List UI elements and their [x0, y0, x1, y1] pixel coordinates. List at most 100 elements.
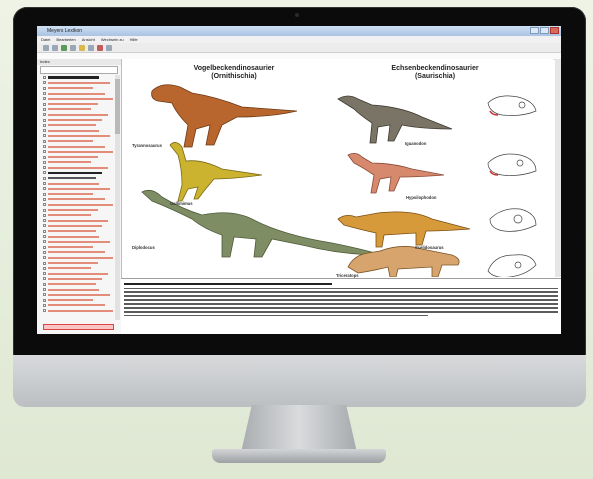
tree-expander-icon[interactable]: [43, 76, 46, 80]
forward-icon[interactable]: [52, 44, 58, 51]
tree-expander-icon[interactable]: [43, 102, 46, 106]
tree-expander-icon[interactable]: [43, 118, 46, 122]
settings-icon[interactable]: [106, 44, 112, 51]
tree-expander-icon[interactable]: [43, 145, 46, 148]
sidebar-search-input[interactable]: [40, 66, 118, 74]
tree-expander-icon[interactable]: [43, 293, 46, 297]
plate-scrollbar[interactable]: [555, 59, 561, 277]
tree-expander-icon[interactable]: [43, 139, 46, 143]
sidebar-selected-item[interactable]: [43, 324, 114, 330]
tree-expander-icon[interactable]: [43, 92, 46, 96]
sidebar-item-label: [48, 224, 102, 227]
tree-expander-icon[interactable]: [43, 250, 46, 254]
tree-expander-icon[interactable]: [43, 224, 46, 228]
text-line: [124, 310, 558, 313]
tree-expander-icon[interactable]: [43, 272, 46, 276]
tree-expander-icon[interactable]: [43, 134, 46, 138]
bookmark-icon[interactable]: [79, 44, 85, 51]
tree-expander-icon[interactable]: [43, 245, 46, 249]
sidebar-item-label: [48, 166, 108, 169]
tree-expander-icon[interactable]: [43, 176, 46, 180]
search-icon[interactable]: [97, 44, 103, 51]
tree-expander-icon[interactable]: [43, 309, 46, 313]
sidebar-item-label: [48, 219, 108, 222]
sidebar-item-label: [48, 288, 100, 291]
tree-expander-icon[interactable]: [43, 203, 46, 207]
tree-expander-icon[interactable]: [43, 86, 46, 90]
tree-expander-icon[interactable]: [43, 187, 46, 191]
tree-expander-icon[interactable]: [43, 182, 46, 186]
screen: Meyers Lexikon Datei Bearbeiten Ansicht …: [37, 26, 561, 334]
tree-expander-icon[interactable]: [43, 192, 46, 196]
tree-expander-icon[interactable]: [43, 81, 46, 85]
text-line: [124, 307, 558, 309]
sidebar-item-label: [48, 309, 114, 312]
menu-view[interactable]: Ansicht: [82, 36, 95, 43]
sidebar-list: [43, 75, 114, 320]
tree-expander-icon[interactable]: [43, 256, 46, 260]
menu-edit[interactable]: Bearbeiten: [56, 36, 75, 43]
tree-expander-icon[interactable]: [43, 208, 46, 212]
tree-expander-icon[interactable]: [43, 288, 46, 292]
copy-icon[interactable]: [88, 44, 94, 51]
tree-expander-icon[interactable]: [43, 97, 46, 101]
print-icon[interactable]: [70, 44, 76, 51]
text-line: [124, 291, 558, 294]
label-tyrannosaurus: Tyrannosaurus: [132, 143, 162, 148]
sidebar-item-label: [48, 214, 91, 217]
maximize-button[interactable]: [540, 27, 549, 34]
tree-expander-icon[interactable]: [43, 107, 46, 111]
tree-expander-icon[interactable]: [43, 155, 46, 159]
tree-expander-icon[interactable]: [43, 113, 46, 117]
tree-expander-icon[interactable]: [43, 282, 46, 286]
label-scelidosaurus: Scelidosaurus: [415, 245, 444, 250]
tree-expander-icon[interactable]: [43, 171, 46, 175]
tree-expander-icon[interactable]: [43, 129, 46, 133]
menu-goto[interactable]: Wechseln zu: [101, 36, 124, 43]
monitor-chin: [13, 355, 586, 407]
menu-file[interactable]: Datei: [41, 36, 50, 43]
window-title: Meyers Lexikon: [47, 28, 83, 34]
scelidosaurus-illustration: [337, 211, 471, 248]
sidebar-item-label: [48, 140, 94, 143]
close-button[interactable]: [550, 27, 559, 34]
text-line: [124, 299, 558, 301]
tree-expander-icon[interactable]: [43, 213, 46, 217]
sidebar-item-label: [48, 161, 91, 164]
minimize-button[interactable]: [530, 27, 539, 34]
label-gallimimus: Gallimimus: [170, 201, 193, 206]
tyrannosaurus-illustration: [151, 84, 298, 148]
tree-expander-icon[interactable]: [43, 277, 46, 281]
tree-expander-icon[interactable]: [43, 166, 46, 170]
tree-expander-icon[interactable]: [43, 261, 46, 265]
sidebar-item-label: [48, 304, 105, 307]
sidebar-item-label: [48, 97, 114, 100]
tree-expander-icon[interactable]: [43, 160, 46, 164]
menu-help[interactable]: Hilfe: [130, 36, 138, 43]
tree-expander-icon[interactable]: [43, 219, 46, 223]
sidebar-item-label: [48, 256, 114, 259]
tree-expander-icon[interactable]: [43, 303, 46, 307]
tree-expander-icon[interactable]: [43, 123, 46, 127]
back-icon[interactable]: [43, 44, 49, 51]
label-hypsilophodon: Hypsilophodon: [406, 195, 437, 200]
sidebar-item-label: [48, 124, 97, 127]
tree-expander-icon[interactable]: [43, 229, 46, 233]
tree-expander-icon[interactable]: [43, 298, 46, 302]
tree-expander-icon[interactable]: [43, 197, 46, 201]
tree-expander-icon[interactable]: [43, 240, 46, 244]
sidebar-item[interactable]: [43, 308, 114, 313]
sidebar-item-label: [48, 150, 114, 153]
tree-expander-icon[interactable]: [43, 150, 46, 154]
dinosaur-illustrations: [141, 84, 537, 277]
tree-expander-icon[interactable]: [43, 266, 46, 270]
sidebar-item-label: [48, 119, 102, 122]
text-line: [124, 314, 428, 317]
label-iguanodon: Iguanodon: [405, 141, 427, 146]
article-text: [121, 278, 561, 334]
sidebar-item-label: [48, 171, 102, 175]
home-icon[interactable]: [61, 44, 67, 51]
tree-expander-icon[interactable]: [43, 235, 46, 239]
sidebar-scroll-thumb[interactable]: [115, 79, 120, 134]
sidebar-scrollbar[interactable]: [115, 75, 120, 320]
